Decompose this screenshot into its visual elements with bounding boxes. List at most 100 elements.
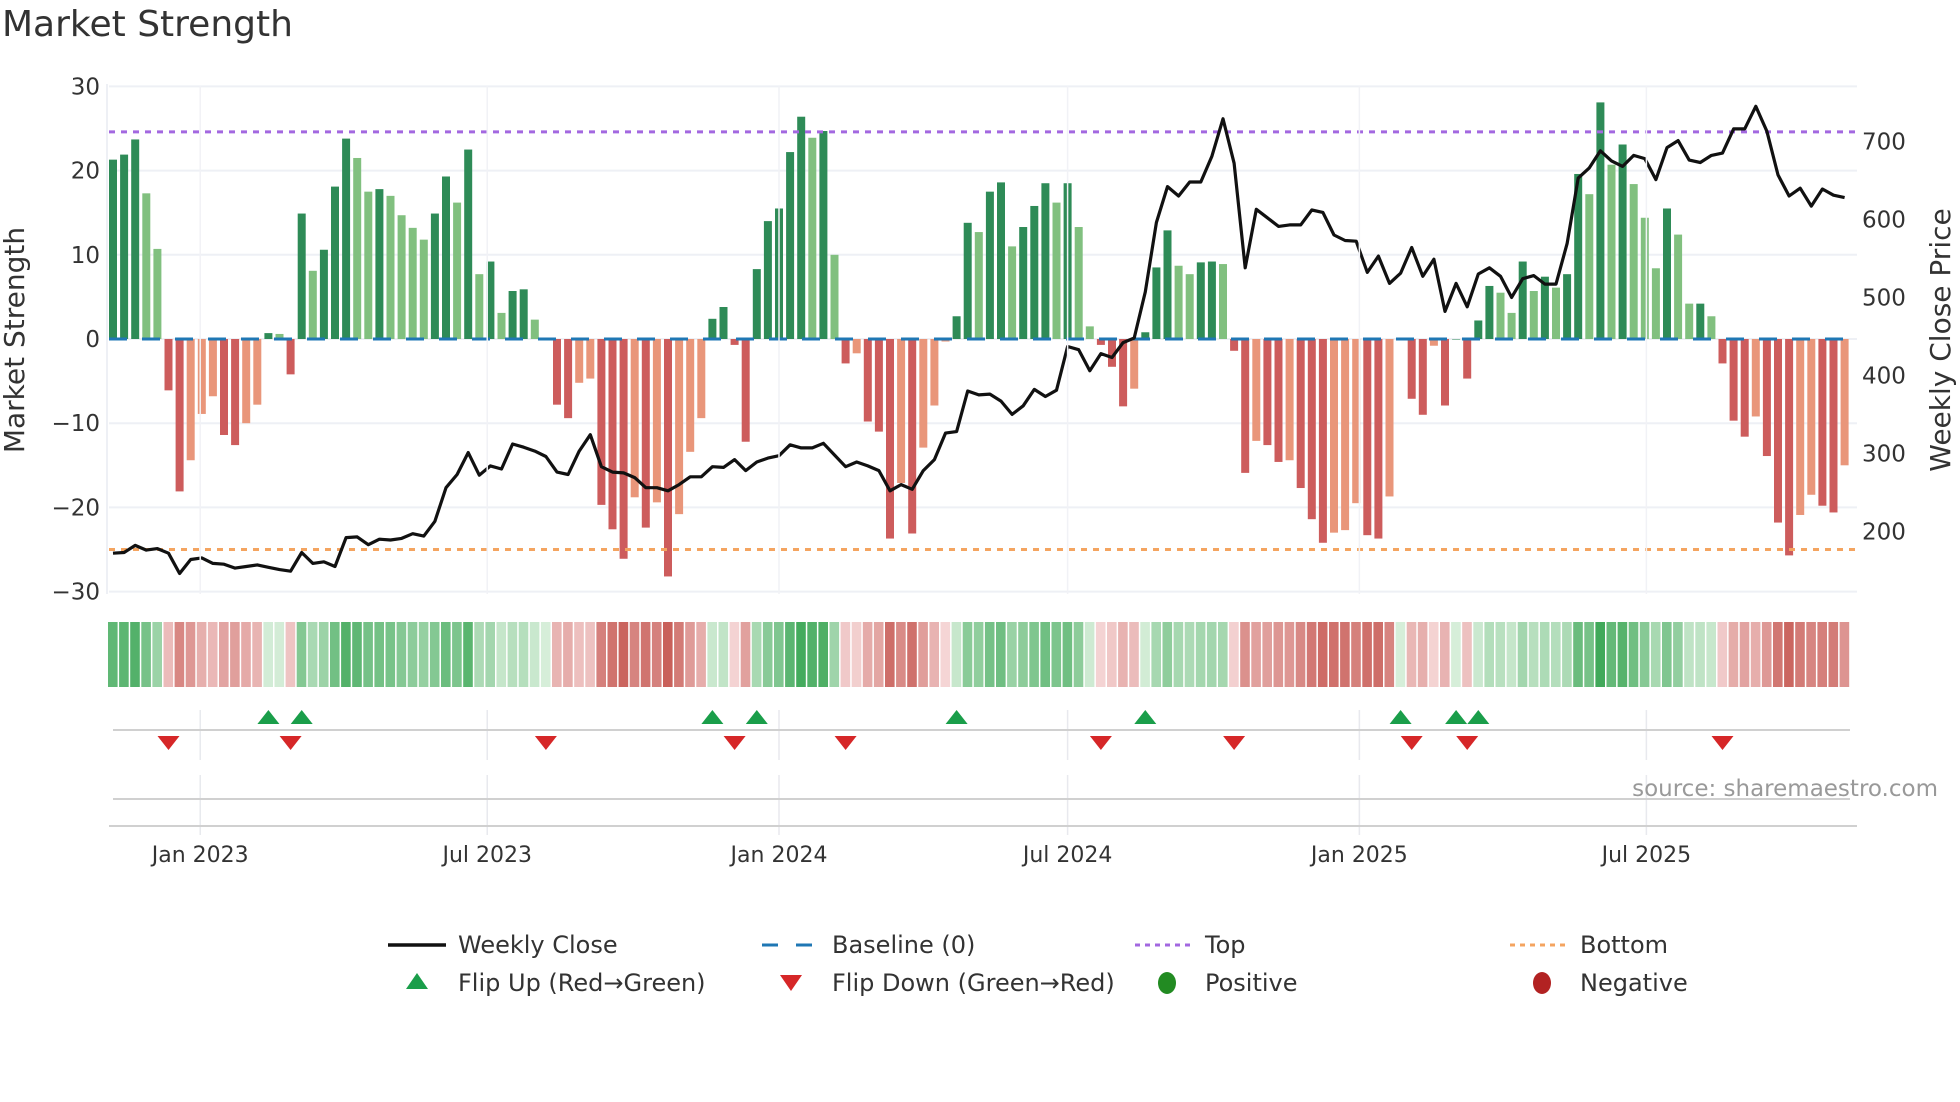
heatmap-cell <box>119 622 129 687</box>
heatmap-cell <box>396 622 407 687</box>
strength-bar <box>830 254 839 339</box>
strength-bar <box>1341 339 1350 531</box>
heatmap-cell <box>1384 622 1395 687</box>
heatmap-cell <box>307 622 318 687</box>
heatmap-cell <box>1451 622 1461 687</box>
strength-bar <box>763 221 772 339</box>
strength-bar <box>1252 339 1261 441</box>
heatmap-cell <box>896 622 906 687</box>
heatmap-cell <box>818 622 828 687</box>
strength-bar <box>1629 184 1638 339</box>
legend-label: Flip Up (Red→Green) <box>458 969 706 997</box>
heatmap-cell <box>1795 622 1805 687</box>
strength-bar <box>408 227 417 339</box>
strength-bar <box>874 339 883 432</box>
strength-bar <box>619 339 628 559</box>
y2-tick-label: 300 <box>1862 441 1906 467</box>
strength-bar <box>1552 287 1560 339</box>
heatmap-cell <box>1173 622 1184 687</box>
heatmap-cell <box>1351 622 1361 687</box>
heatmap-cell <box>674 622 684 687</box>
legend-label: Bottom <box>1580 931 1668 959</box>
strength-bar <box>1674 234 1683 339</box>
strength-bar <box>1807 339 1816 495</box>
heatmap-cell <box>873 622 884 687</box>
strength-bar <box>208 339 217 397</box>
heatmap-cell <box>585 622 595 687</box>
strength-bar <box>741 339 750 442</box>
heatmap-cell <box>1684 622 1694 687</box>
heatmap-cell <box>962 622 973 687</box>
heatmap-cell <box>1728 622 1739 687</box>
strength-bar <box>985 191 994 339</box>
strength-bar <box>1030 205 1039 339</box>
heatmap-cell <box>1773 622 1783 687</box>
strength-bar <box>1241 339 1250 473</box>
heatmap-cell <box>685 622 695 687</box>
strength-bar <box>652 339 661 503</box>
strength-bar <box>264 333 273 339</box>
heatmap-cell <box>341 622 351 687</box>
flip-down-marker <box>834 736 857 750</box>
heatmap-cell <box>1040 622 1050 687</box>
y2-axis-title: Weekly Close Price <box>1924 208 1957 471</box>
strength-bar <box>1163 230 1172 339</box>
heatmap-cell <box>1362 622 1372 687</box>
heatmap-cell <box>1662 622 1672 687</box>
heatmap-cell <box>363 622 373 687</box>
legend-item-weekly-close: Weekly Close <box>388 931 618 959</box>
heatmap-cell <box>718 622 729 687</box>
heatmap-cell <box>640 622 651 687</box>
heatmap-cell <box>174 622 185 687</box>
heatmap-cell <box>696 622 706 687</box>
heatmap-cell <box>929 622 939 687</box>
strength-bar <box>1685 303 1694 339</box>
heatmap-cell <box>762 622 773 687</box>
heatmap-cell <box>1717 622 1728 687</box>
heatmap-cell <box>219 622 229 687</box>
heatmap-cell <box>474 622 484 687</box>
strength-bar <box>852 339 861 354</box>
strength-bar <box>786 152 795 339</box>
strength-bar <box>997 182 1005 339</box>
heatmap-cell <box>1129 622 1139 687</box>
heatmap-cell <box>1606 622 1617 687</box>
strength-bar <box>1607 164 1616 339</box>
strength-bar <box>386 195 395 339</box>
strength-bar <box>120 154 129 339</box>
strength-bar <box>974 232 983 339</box>
strength-bar <box>164 339 173 391</box>
heatmap-cell <box>1650 622 1661 687</box>
legend-label: Baseline (0) <box>832 931 975 959</box>
heatmap-cell <box>1462 622 1472 687</box>
strength-bar <box>1518 261 1527 339</box>
heatmap-cell <box>1073 622 1084 687</box>
heatmap-cell <box>1417 622 1428 687</box>
strength-bar <box>930 339 939 406</box>
heatmap-cell <box>1251 622 1261 687</box>
heatmap-cell <box>751 622 762 687</box>
flip-down-marker <box>1711 736 1734 750</box>
strength-bar <box>242 339 251 424</box>
strength-bar <box>1041 183 1050 339</box>
strength-bar <box>1696 303 1705 339</box>
strength-bar <box>308 270 317 339</box>
strength-bar <box>1563 274 1572 339</box>
strength-bar <box>419 239 428 339</box>
heatmap-cell <box>1440 622 1450 687</box>
heatmap-cell <box>1562 622 1572 687</box>
x-tick-label: Jan 2024 <box>729 843 828 868</box>
strength-bar <box>1285 339 1294 461</box>
legend-item-top: Top <box>1135 931 1246 959</box>
strength-bar <box>1529 291 1538 339</box>
strength-bar <box>1452 339 1461 340</box>
heatmap-cell <box>1118 622 1128 687</box>
flip-up-marker <box>1134 710 1157 724</box>
heatmap-cell <box>1639 622 1650 687</box>
strength-bar <box>1185 274 1194 339</box>
heatmap-cell <box>1218 622 1228 687</box>
heatmap-cell <box>185 622 196 687</box>
strength-bar <box>297 213 306 339</box>
heatmap-cell <box>385 622 396 687</box>
strength-bar <box>1174 265 1183 339</box>
